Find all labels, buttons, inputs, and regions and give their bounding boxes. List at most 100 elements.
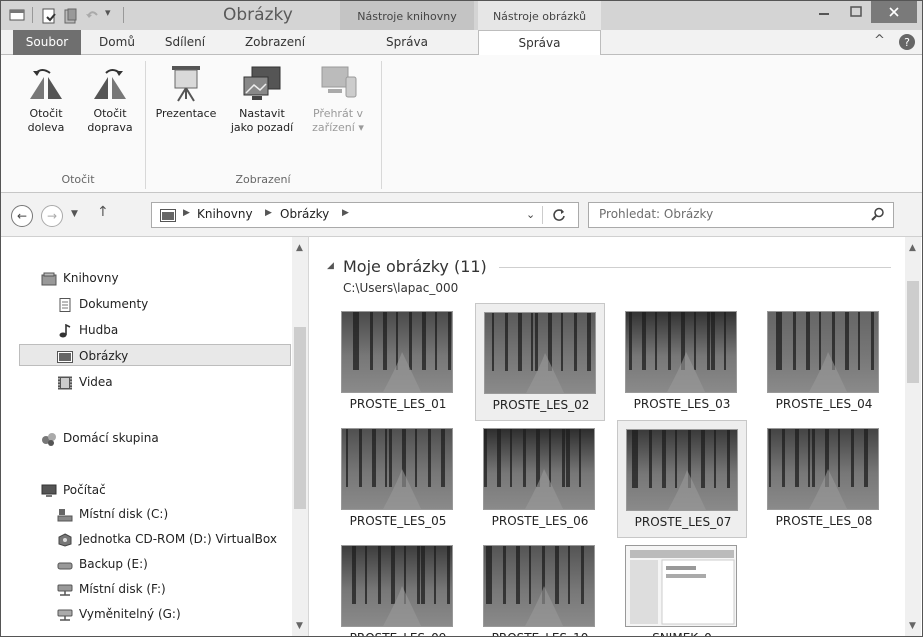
tab-share[interactable]: Sdílení bbox=[152, 30, 218, 55]
file-name-label: PROSTE_LES_05 bbox=[349, 514, 447, 528]
file-tile[interactable]: PROSTE_LES_09 bbox=[333, 537, 463, 636]
context-tab-picture-tools[interactable]: Nástroje obrázků bbox=[478, 1, 601, 30]
tab-file[interactable]: Soubor bbox=[13, 30, 81, 55]
file-tile[interactable]: PROSTE_LES_01 bbox=[333, 303, 463, 421]
system-menu-icon[interactable] bbox=[9, 8, 25, 22]
nav-item-homegroup[interactable]: Domácí skupina bbox=[41, 427, 289, 449]
file-tile[interactable]: PROSTE_LES_05 bbox=[333, 420, 463, 538]
group-header[interactable]: Moje obrázky (11) bbox=[343, 257, 487, 276]
content-scrollbar[interactable]: ▲ ▼ bbox=[905, 237, 921, 636]
address-bar[interactable]: ▶ Knihovny ▶ Obrázky ▶ ⌄ bbox=[151, 202, 579, 228]
quick-access-separator bbox=[32, 7, 33, 23]
file-tile[interactable]: PROSTE_LES_02 bbox=[475, 303, 605, 421]
title-bar: ▾ Obrázky Nástroje knihovny Nástroje obr… bbox=[1, 1, 922, 30]
search-icon[interactable] bbox=[871, 207, 885, 221]
libraries-icon bbox=[41, 272, 57, 285]
scroll-up-icon[interactable]: ▲ bbox=[909, 243, 916, 253]
play-to-device-button[interactable]: Přehrát v zařízení ▾ bbox=[299, 63, 377, 135]
nav-item-pictures[interactable]: Obrázky bbox=[19, 344, 291, 366]
nav-item-documents[interactable]: Dokumenty bbox=[57, 293, 289, 315]
back-button[interactable]: ← bbox=[11, 205, 33, 227]
window-title: Obrázky bbox=[223, 5, 293, 25]
properties-icon[interactable] bbox=[42, 8, 56, 24]
file-tile[interactable]: PROSTE_LES_07 bbox=[617, 420, 747, 538]
nav-item-videos[interactable]: Videa bbox=[57, 371, 289, 393]
tab-view[interactable]: Zobrazení bbox=[225, 30, 325, 55]
group-label-rotate: Otočit bbox=[61, 173, 95, 186]
scroll-up-icon[interactable]: ▲ bbox=[296, 243, 303, 253]
tab-library-manage[interactable]: Správa bbox=[340, 30, 474, 55]
file-tile[interactable]: PROSTE_LES_04 bbox=[759, 303, 889, 421]
nav-item-removable-g[interactable]: Vyměnitelný (G:) bbox=[57, 603, 289, 625]
search-box[interactable]: Prohledat: Obrázky bbox=[588, 202, 894, 228]
computer-icon bbox=[41, 484, 57, 497]
slideshow-icon bbox=[172, 66, 200, 102]
address-history-dropdown-icon[interactable]: ⌄ bbox=[526, 208, 535, 221]
file-tile[interactable]: PROSTE_LES_03 bbox=[617, 303, 747, 421]
context-tab-library-tools[interactable]: Nástroje knihovny bbox=[340, 1, 474, 30]
breadcrumb-pictures[interactable]: Obrázky bbox=[280, 207, 329, 221]
tab-home[interactable]: Domů bbox=[89, 30, 145, 55]
homegroup-icon bbox=[42, 432, 56, 446]
set-background-icon bbox=[243, 66, 281, 100]
image-thumbnail bbox=[626, 429, 738, 511]
forest-photo-icon bbox=[492, 313, 591, 393]
rotate-left-button[interactable]: Otočit doleva bbox=[15, 65, 77, 135]
image-thumbnail bbox=[341, 311, 453, 393]
explorer-window: ▾ Obrázky Nástroje knihovny Nástroje obr… bbox=[0, 0, 923, 637]
help-icon[interactable]: ? bbox=[898, 33, 916, 51]
network-drive-icon bbox=[57, 584, 73, 596]
breadcrumb-arrow-icon[interactable]: ▶ bbox=[342, 208, 349, 218]
file-name-label: PROSTE_LES_06 bbox=[491, 514, 589, 528]
breadcrumb-libraries[interactable]: Knihovny bbox=[197, 207, 253, 221]
quick-access-dropdown-icon[interactable]: ▾ bbox=[105, 6, 111, 19]
breadcrumb-arrow-icon[interactable]: ▶ bbox=[265, 208, 272, 218]
file-tile[interactable]: PROSTE_LES_10 bbox=[475, 537, 605, 636]
file-tile[interactable]: SNIMEK_0 bbox=[617, 537, 747, 636]
ribbon-panel: Otočit doleva Otočit doprava Otočit Prezen… bbox=[1, 55, 922, 193]
file-name-label: PROSTE_LES_01 bbox=[349, 397, 447, 411]
nav-item-computer[interactable]: Počítač bbox=[41, 479, 289, 501]
nav-pane-scroll-thumb[interactable] bbox=[294, 327, 306, 509]
nav-item-local-disk-f[interactable]: Místní disk (F:) bbox=[57, 578, 289, 600]
image-thumbnail bbox=[483, 545, 595, 627]
image-thumbnail bbox=[484, 312, 596, 394]
search-input[interactable]: Prohledat: Obrázky bbox=[599, 207, 713, 221]
forward-button[interactable]: → bbox=[41, 205, 63, 227]
breadcrumb-arrow-icon[interactable]: ▶ bbox=[183, 208, 190, 218]
recent-locations-icon[interactable]: ▼ bbox=[71, 209, 78, 219]
nav-item-local-disk-c[interactable]: Místní disk (C:) bbox=[57, 503, 289, 525]
scroll-down-icon[interactable]: ▼ bbox=[909, 621, 916, 631]
group-location: C:\Users\lapac_000 bbox=[343, 281, 459, 295]
nav-item-libraries[interactable]: Knihovny bbox=[41, 267, 281, 289]
minimize-icon bbox=[819, 13, 829, 15]
slideshow-button[interactable]: Prezentace bbox=[149, 63, 223, 121]
image-thumbnail bbox=[483, 428, 595, 510]
set-as-background-button[interactable]: Nastavit jako pozadí bbox=[225, 63, 299, 135]
rotate-right-button[interactable]: Otočit doprava bbox=[79, 65, 141, 135]
undo-icon[interactable] bbox=[85, 8, 99, 22]
nav-item-backup-e[interactable]: Backup (E:) bbox=[57, 553, 289, 575]
close-button[interactable] bbox=[871, 1, 917, 23]
documents-icon bbox=[59, 297, 71, 312]
minimize-ribbon-icon[interactable]: ^ bbox=[874, 33, 885, 48]
tab-picture-manage[interactable]: Správa bbox=[478, 30, 601, 56]
collapse-group-icon[interactable]: ◢ bbox=[327, 261, 334, 271]
new-folder-icon[interactable] bbox=[64, 8, 78, 24]
rotate-right-icon bbox=[94, 69, 126, 99]
refresh-icon[interactable] bbox=[552, 208, 566, 222]
forest-photo-icon bbox=[346, 429, 445, 509]
file-tile[interactable]: PROSTE_LES_08 bbox=[759, 420, 889, 538]
scroll-down-icon[interactable]: ▼ bbox=[296, 621, 303, 631]
file-tile[interactable]: PROSTE_LES_06 bbox=[475, 420, 605, 538]
up-button[interactable]: ↑ bbox=[97, 204, 109, 220]
nav-pane-scrollbar[interactable]: ▲ ▼ bbox=[292, 237, 308, 636]
file-name-label: PROSTE_LES_03 bbox=[633, 397, 731, 411]
nav-item-cd-drive-d[interactable]: Jednotka CD-ROM (D:) VirtualBox bbox=[57, 528, 289, 550]
maximize-button[interactable] bbox=[841, 1, 871, 23]
minimize-button[interactable] bbox=[807, 1, 841, 23]
content-scroll-thumb[interactable] bbox=[907, 281, 919, 383]
forest-photo-icon bbox=[352, 546, 450, 626]
nav-item-music[interactable]: Hudba bbox=[57, 319, 289, 341]
play-to-device-icon bbox=[321, 66, 357, 98]
